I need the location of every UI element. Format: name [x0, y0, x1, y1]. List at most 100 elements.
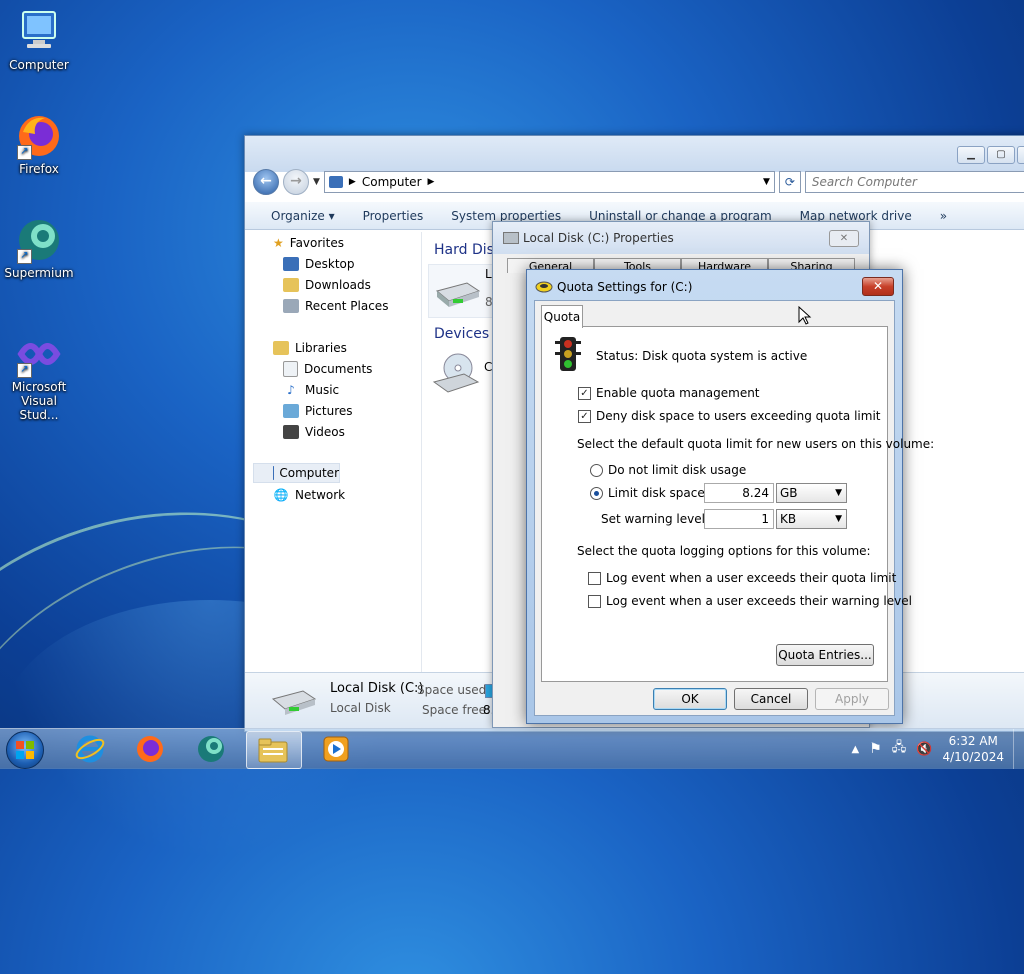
nav-libraries[interactable]: Libraries: [253, 337, 411, 358]
show-hidden-icons-icon[interactable]: ▲: [852, 744, 860, 755]
forward-button[interactable]: →: [283, 169, 309, 195]
windows-logo-icon: [15, 740, 35, 760]
properties-close-button[interactable]: ✕: [829, 230, 859, 247]
warning-unit-select[interactable]: KB▼: [776, 509, 847, 529]
quota-entries-button[interactable]: Quota Entries...: [776, 644, 874, 666]
enable-quota-row[interactable]: ✓ Enable quota management: [578, 386, 760, 400]
log-warning-checkbox[interactable]: [588, 595, 601, 608]
back-button[interactable]: ←: [253, 169, 279, 195]
volume-muted-icon[interactable]: 🔇: [916, 742, 932, 757]
nav-network[interactable]: 🌐Network: [253, 484, 411, 505]
deny-space-checkbox[interactable]: ✓: [578, 410, 591, 423]
nav-favorites[interactable]: ★Favorites: [253, 232, 411, 253]
address-bar-row: ← → ▼ ▶ Computer ▶ ▼ ⟳ Search Computer: [253, 168, 1024, 196]
enable-quota-label: Enable quota management: [596, 386, 760, 400]
clock[interactable]: 6:32 AM 4/10/2024: [942, 733, 1004, 765]
drive-small-icon: [503, 232, 519, 244]
breadcrumb-sep-icon[interactable]: ▶: [349, 177, 356, 187]
taskbar-firefox[interactable]: [123, 731, 177, 767]
log-warning-row[interactable]: Log event when a user exceeds their warn…: [588, 594, 912, 608]
pictures-icon: [283, 404, 299, 418]
deny-space-row[interactable]: ✓ Deny disk space to users exceeding quo…: [578, 409, 880, 423]
taskbar-internet-explorer[interactable]: [63, 731, 117, 767]
computer-small-icon: [329, 176, 343, 188]
properties-titlebar[interactable]: Local Disk (C:) Properties ✕: [493, 222, 869, 254]
more-commands-button[interactable]: »: [940, 209, 947, 223]
breadcrumb-computer[interactable]: Computer: [362, 175, 422, 189]
cancel-button[interactable]: Cancel: [734, 688, 808, 710]
refresh-button[interactable]: ⟳: [779, 171, 801, 193]
taskbar-media-player[interactable]: [309, 731, 363, 767]
log-limit-checkbox[interactable]: [588, 572, 601, 585]
warning-value-input[interactable]: 1: [704, 509, 774, 529]
limit-unit-select[interactable]: GB▼: [776, 483, 847, 503]
organize-button[interactable]: Organize ▾: [271, 209, 335, 223]
taskbar-explorer[interactable]: [246, 731, 302, 769]
taskbar: ▲ ⚑ 🖧 🔇 6:32 AM 4/10/2024: [0, 728, 1024, 769]
details-type: Local Disk: [330, 701, 391, 715]
logging-heading-row: Select the quota logging options for thi…: [577, 544, 871, 558]
no-limit-radio[interactable]: [590, 464, 603, 477]
breadcrumb-sep-icon[interactable]: ▶: [428, 177, 435, 187]
maximize-button[interactable]: ▢: [987, 146, 1015, 164]
nav-recent-places[interactable]: Recent Places: [253, 295, 411, 316]
nav-computer[interactable]: Computer: [253, 463, 340, 483]
deny-space-label: Deny disk space to users exceeding quota…: [596, 409, 880, 423]
quota-status: Status: Disk quota system is active: [596, 349, 807, 363]
clock-date: 4/10/2024: [942, 749, 1004, 765]
nav-pictures[interactable]: Pictures: [253, 400, 411, 421]
group-header-hard-disks[interactable]: Hard Dis: [434, 242, 494, 258]
network-tray-icon[interactable]: 🖧: [892, 738, 907, 760]
quota-titlebar[interactable]: Quota Settings for (C:) ✕: [527, 270, 902, 302]
details-space-free-label: Space free:: [422, 703, 490, 717]
taskbar-supermium[interactable]: [184, 731, 238, 767]
address-box[interactable]: ▶ Computer ▶ ▼: [324, 171, 775, 193]
desktop-icon-supermium[interactable]: ↗ Supermium: [1, 216, 77, 280]
explorer-titlebar[interactable]: ▁ ▢ ✕: [245, 136, 1024, 172]
properties-button[interactable]: Properties: [363, 209, 424, 223]
documents-icon: [283, 361, 298, 377]
chevron-down-icon: ▼: [835, 510, 842, 528]
action-center-flag-icon[interactable]: ⚑: [869, 741, 882, 757]
desktop-icon: [283, 257, 299, 271]
quota-close-button[interactable]: ✕: [862, 277, 894, 296]
nav-music[interactable]: ♪Music: [253, 379, 411, 400]
disk-quota-icon: [535, 280, 553, 294]
no-limit-label: Do not limit disk usage: [608, 463, 746, 477]
details-space-used-label: Space used:: [417, 683, 490, 697]
log-limit-row[interactable]: Log event when a user exceeds their quot…: [588, 571, 896, 585]
limit-value-input[interactable]: 8.24: [704, 483, 774, 503]
visual-studio-icon: ↗: [15, 330, 63, 378]
music-icon: ♪: [283, 383, 299, 397]
ok-button[interactable]: OK: [653, 688, 727, 710]
nav-downloads[interactable]: Downloads: [253, 274, 411, 295]
minimize-button[interactable]: ▁: [957, 146, 985, 164]
quota-title: Quota Settings for (C:): [557, 280, 692, 294]
shortcut-arrow-icon: ↗: [17, 145, 32, 160]
desktop-icon-firefox[interactable]: ↗ Firefox: [1, 112, 77, 176]
search-input[interactable]: Search Computer: [805, 171, 1024, 193]
nav-desktop[interactable]: Desktop: [253, 253, 411, 274]
tab-quota[interactable]: Quota: [541, 305, 583, 328]
apply-button[interactable]: Apply: [815, 688, 889, 710]
desktop-icon-visual-studio[interactable]: ↗ Microsoft Visual Stud...: [1, 330, 77, 422]
nav-documents[interactable]: Documents: [253, 358, 411, 379]
enable-quota-checkbox[interactable]: ✓: [578, 387, 591, 400]
mouse-cursor-icon: [798, 306, 812, 326]
nav-videos[interactable]: Videos: [253, 421, 411, 442]
show-desktop-button[interactable]: [1013, 729, 1024, 769]
limit-row[interactable]: Limit disk space to: [590, 486, 721, 500]
logging-heading: Select the quota logging options for thi…: [577, 544, 871, 558]
recent-pages-icon[interactable]: ▼: [313, 177, 320, 187]
no-limit-row[interactable]: Do not limit disk usage: [590, 463, 746, 477]
limit-radio[interactable]: [590, 487, 603, 500]
address-dropdown-icon[interactable]: ▼: [763, 177, 770, 187]
close-button[interactable]: ✕: [1017, 146, 1024, 164]
cd-drive-icon: [432, 352, 480, 396]
shortcut-arrow-icon: ↗: [17, 249, 32, 264]
start-button[interactable]: [6, 731, 44, 769]
desktop-icon-computer[interactable]: Computer: [1, 8, 77, 72]
star-icon: ★: [273, 236, 284, 250]
default-limit-heading: Select the default quota limit for new u…: [577, 437, 934, 451]
supermium-icon: [195, 733, 227, 765]
